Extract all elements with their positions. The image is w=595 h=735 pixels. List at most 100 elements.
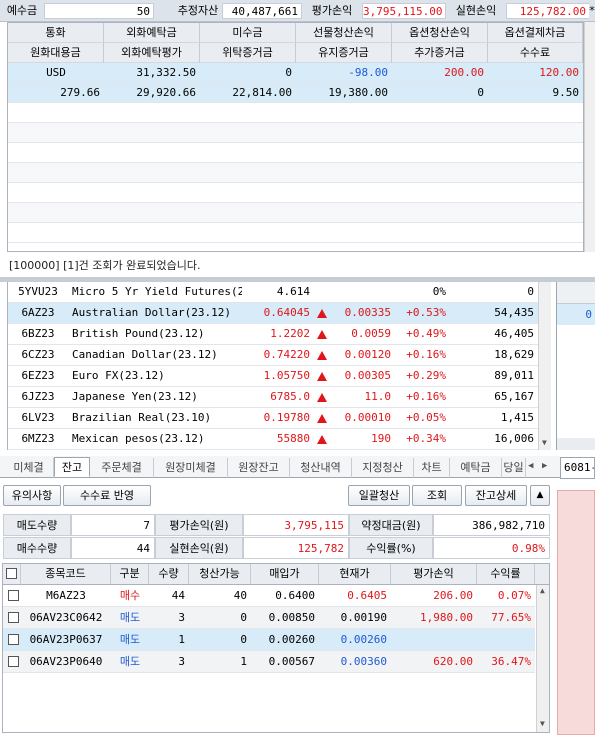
- tab-ledger-balance[interactable]: 원장잔고: [228, 458, 290, 478]
- right-panel: 0: [556, 282, 595, 450]
- fx-deposit-grid: 통화 외화예탁금 미수금 선물청산손익 옵션청산손익 옵션결제차금 원화대용금 …: [7, 22, 584, 252]
- position-side: 매도: [119, 633, 141, 646]
- quote-code: 6EZ23: [21, 369, 55, 382]
- fx-maint-margin: 19,380.00: [328, 86, 388, 99]
- tab-order-fills[interactable]: 주문체결: [90, 458, 154, 478]
- contract-amt-label: 약정대금(원): [349, 514, 433, 536]
- sell-qty-value: 7: [71, 514, 155, 536]
- quote-row[interactable]: 6MZ23 Mexican pesos(23.12) 55880 190 +0.…: [8, 429, 551, 450]
- tab-unfilled[interactable]: 미체결: [4, 458, 54, 478]
- header-buy-price: 매입가: [251, 564, 319, 584]
- header-maint-margin: 유지증거금: [296, 43, 392, 63]
- position-row[interactable]: 06AV23C0642 매도 3 0 0.00850 0.00190 1,980…: [3, 607, 535, 629]
- positions-header: 종목코드 구분 수량 청산가능 매입가 현재가 평가손익 수익률: [3, 564, 549, 585]
- quote-change: 190: [371, 432, 391, 445]
- quote-price: 4.614: [276, 285, 310, 298]
- up-arrow-icon: [317, 345, 331, 365]
- position-row[interactable]: M6AZ23 매수 44 40 0.6400 0.6405 206.00 0.0…: [3, 585, 535, 607]
- position-buy-price: 0.00567: [268, 655, 315, 668]
- empty-row: [8, 163, 583, 183]
- header-fx-deposit-eval: 외화예탁평가: [104, 43, 200, 63]
- position-code: 06AV23C0642: [29, 611, 103, 624]
- quote-list-scrollbar[interactable]: ▼: [538, 282, 551, 450]
- position-cur-price: 0.00190: [340, 611, 387, 624]
- balance-detail-button[interactable]: 잔고상세: [465, 485, 527, 506]
- eval-pl-krw-value: 3,795,115: [243, 514, 349, 536]
- position-side: 매도: [119, 611, 141, 624]
- tab-balance[interactable]: 잔고: [54, 457, 90, 477]
- row-checkbox[interactable]: [8, 590, 19, 601]
- header-code: 종목코드: [21, 564, 111, 584]
- up-arrow-icon: [317, 366, 331, 386]
- empty-row: [8, 203, 583, 223]
- quote-pct: +0.49%: [406, 327, 446, 340]
- quote-change: 0.00305: [344, 369, 391, 382]
- realized-pl-krw-value: 125,782: [243, 537, 349, 559]
- select-all-checkbox[interactable]: [3, 564, 21, 584]
- fx-currency: USD: [46, 66, 66, 79]
- row-checkbox[interactable]: [8, 634, 19, 645]
- empty-row: [8, 123, 583, 143]
- scroll-up-icon[interactable]: ▲: [540, 586, 545, 595]
- quote-code: 5YVU23: [18, 285, 58, 298]
- quote-price: 0.64045: [263, 306, 310, 319]
- quote-row[interactable]: 6CZ23 Canadian Dollar(23.12) 0.74220 0.0…: [8, 345, 551, 366]
- quote-row[interactable]: 6AZ23 Australian Dollar(23.12) 0.64045 0…: [8, 303, 551, 324]
- quote-volume: 89,011: [494, 369, 534, 382]
- tab-chart[interactable]: 차트: [414, 458, 450, 478]
- realized-pl-label: 실현손익: [446, 3, 506, 19]
- tab-deposit[interactable]: 예탁금: [450, 458, 502, 478]
- quote-row[interactable]: 6EZ23 Euro FX(23.12) 1.05750 0.00305 +0.…: [8, 366, 551, 387]
- tab-today[interactable]: 당일: [502, 458, 526, 478]
- position-side: 매수: [119, 589, 141, 602]
- quote-price: 6785.0: [270, 390, 310, 403]
- notice-button[interactable]: 유의사항: [3, 485, 61, 506]
- position-avail: 1: [240, 655, 247, 668]
- quote-code: 6AZ23: [21, 306, 55, 319]
- right-panel-footer: [557, 438, 595, 450]
- row-checkbox[interactable]: [8, 612, 19, 623]
- position-eval-pl: [391, 629, 477, 650]
- position-return: 77.65%: [491, 611, 531, 624]
- tab-designated-liquidation[interactable]: 지정청산: [352, 458, 414, 478]
- fee-apply-button[interactable]: 수수료 반영: [63, 485, 151, 506]
- positions-scrollbar[interactable]: ▲ ▼: [536, 585, 549, 732]
- right-panel-value: 0: [557, 304, 595, 325]
- scroll-down-icon[interactable]: ▼: [540, 719, 545, 728]
- quote-change: 0.0059: [351, 327, 391, 340]
- fx-margin: 22,814.00: [232, 86, 292, 99]
- fx-grid-scrollbar[interactable]: [584, 22, 595, 252]
- scroll-down-icon[interactable]: ▼: [542, 438, 547, 447]
- fx-row-2[interactable]: 279.66 29,920.66 22,814.00 19,380.00 0 9…: [8, 83, 583, 103]
- tab-prev-icon[interactable]: ◀: [528, 461, 533, 471]
- tab-liquidation-history[interactable]: 청산내역: [290, 458, 352, 478]
- query-button[interactable]: 조회: [412, 485, 462, 506]
- quote-volume: 1,415: [500, 411, 534, 424]
- quote-price: 0.19780: [263, 411, 310, 424]
- header-cur-price: 현재가: [319, 564, 391, 584]
- quote-row[interactable]: 6LV23 Brazilian Real(23.10) 0.19780 0.00…: [8, 408, 551, 429]
- position-qty: 3: [178, 611, 185, 624]
- deposit-label: 예수금: [0, 3, 44, 19]
- header-options-liq-pl: 옵션청산손익: [392, 23, 488, 43]
- futures-quote-list: 5YVU23 Micro 5 Yr Yield Futures(23. 4.61…: [7, 282, 551, 450]
- tab-ledger-unfilled[interactable]: 원장미체결: [154, 458, 228, 478]
- quote-pct: 0%: [432, 285, 446, 298]
- row-checkbox[interactable]: [8, 656, 19, 667]
- quote-row[interactable]: 6JZ23 Japanese Yen(23.12) 6785.0 11.0 +0…: [8, 387, 551, 408]
- fx-options-settle: 120.00: [539, 66, 579, 79]
- quote-row[interactable]: 5YVU23 Micro 5 Yr Yield Futures(23. 4.61…: [8, 282, 551, 303]
- collapse-up-icon[interactable]: ▲: [530, 485, 550, 506]
- quote-row[interactable]: 6BZ23 British Pound(23.12) 1.2202 0.0059…: [8, 324, 551, 345]
- quote-code: 6BZ23: [21, 327, 55, 340]
- quote-pct: +0.53%: [406, 306, 446, 319]
- header-futures-liq-pl: 선물청산손익: [296, 23, 392, 43]
- position-row[interactable]: 06AV23P0637 매도 1 0 0.00260 0.00260: [3, 629, 535, 651]
- fx-row-1[interactable]: USD 31,332.50 0 -98.00 200.00 120.00: [8, 63, 583, 83]
- quote-code: 6MZ23: [21, 432, 55, 445]
- quote-change: 0.00120: [344, 348, 391, 361]
- right-code-input[interactable]: 6081-: [560, 457, 595, 479]
- bulk-liquidate-button[interactable]: 일괄청산: [348, 485, 410, 506]
- tab-next-icon[interactable]: ▶: [542, 461, 547, 471]
- position-row[interactable]: 06AV23P0640 매도 3 1 0.00567 0.00360 620.0…: [3, 651, 535, 673]
